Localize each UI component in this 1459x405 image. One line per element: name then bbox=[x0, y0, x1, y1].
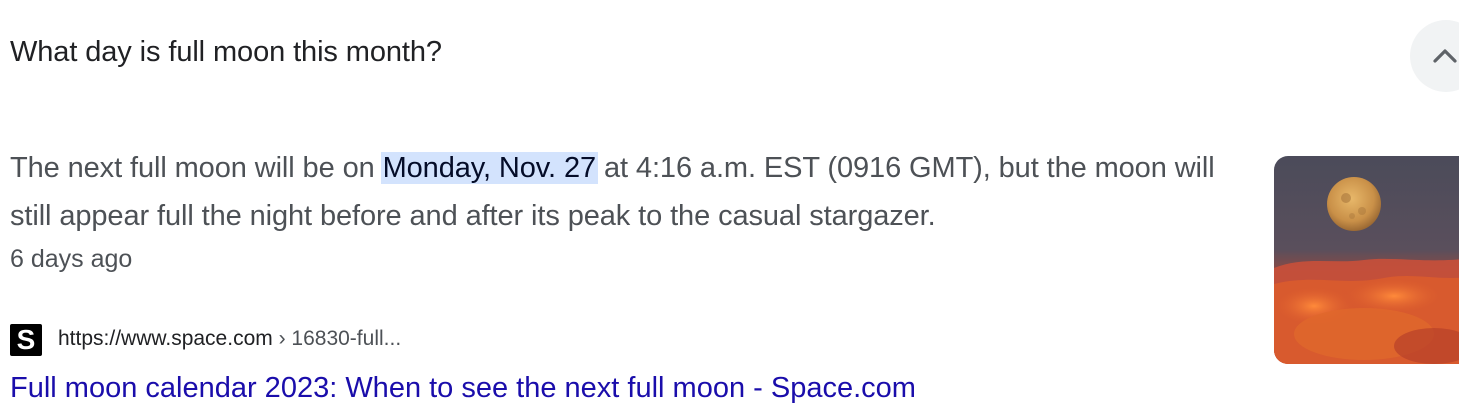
snippet-date: 6 days ago bbox=[10, 245, 133, 273]
source-url[interactable]: https://www.space.com › 16830-full... bbox=[58, 327, 401, 351]
collapse-button[interactable] bbox=[1410, 20, 1459, 92]
snippet-answer-text: The next full moon will be on Monday, No… bbox=[10, 144, 1225, 240]
chevron-up-icon bbox=[1433, 49, 1457, 63]
site-favicon[interactable]: S bbox=[10, 324, 42, 356]
full-moon-image bbox=[1274, 156, 1459, 364]
answer-text-before: The next full moon will be on bbox=[10, 152, 383, 184]
answer-highlight: Monday, Nov. 27 bbox=[380, 152, 599, 184]
full-moon-thumbnail[interactable] bbox=[1274, 156, 1459, 364]
source-url-path: › 16830-full... bbox=[272, 327, 402, 350]
result-title-link[interactable]: Full moon calendar 2023: When to see the… bbox=[10, 372, 916, 405]
featured-snippet-question: What day is full moon this month? bbox=[10, 36, 442, 68]
source-url-domain: https://www.space.com bbox=[58, 327, 273, 350]
